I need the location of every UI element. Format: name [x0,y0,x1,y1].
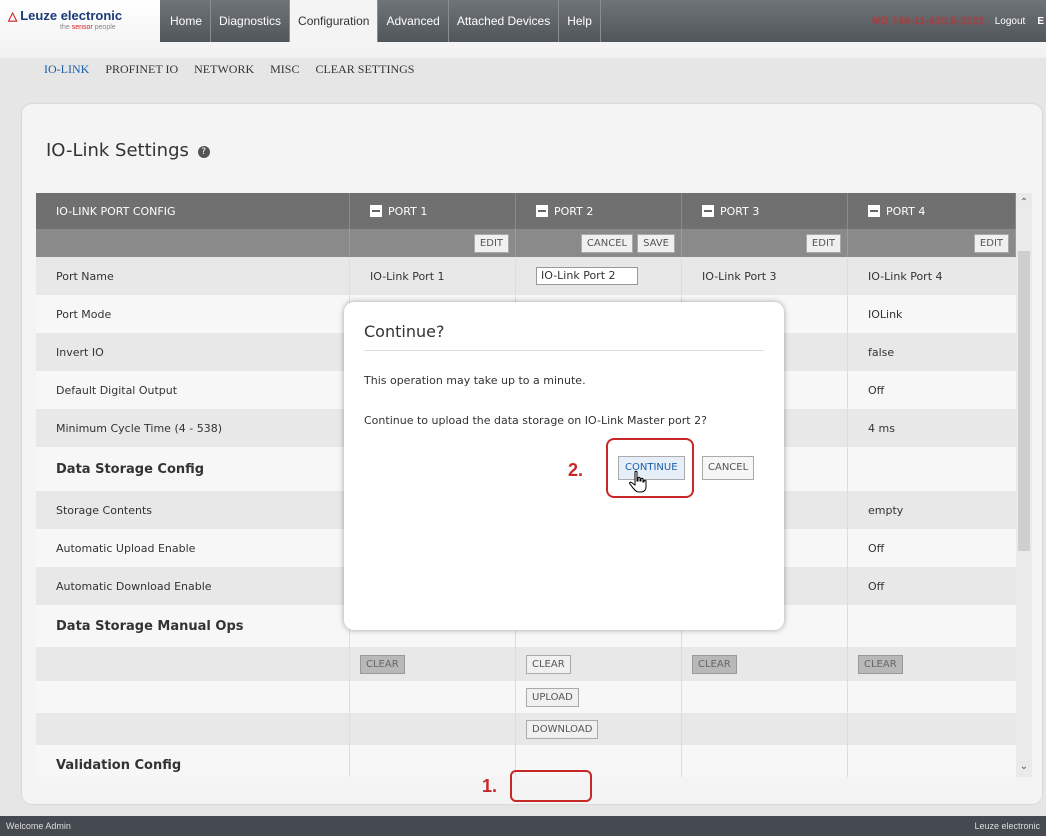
collapse-icon[interactable] [702,205,714,217]
table-scrollbar[interactable]: ⌃ ⌄ [1016,193,1032,777]
collapse-icon[interactable] [536,205,548,217]
edit-port-1-button[interactable]: EDIT [473,233,509,253]
tab-attached-devices[interactable]: Attached Devices [449,0,560,42]
main-nav: Home Diagnostics Configuration Advanced … [162,0,601,42]
column-header-config: IO-LINK PORT CONFIG [36,193,350,229]
table-row-upload: UPLOAD [36,681,1016,713]
table-header-row: IO-LINK PORT CONFIG PORT 1 PORT 2 PORT 3… [36,193,1016,229]
column-header-port-2[interactable]: PORT 2 [516,193,682,229]
tab-help[interactable]: Help [559,0,601,42]
footer: Welcome Admin Leuze electronic [0,816,1046,836]
column-header-port-4[interactable]: PORT 4 [848,193,1016,229]
scroll-up-icon[interactable]: ⌃ [1016,195,1032,211]
collapse-icon[interactable] [868,205,880,217]
clear-port-3-button[interactable]: CLEAR [692,654,737,674]
edit-port-3-button[interactable]: EDIT [805,233,841,253]
annotation-highlight-upload [510,770,592,802]
brand-name: Leuze electronic [20,8,123,23]
tab-configuration[interactable]: Configuration [290,0,379,42]
column-header-port-1[interactable]: PORT 1 [350,193,516,229]
continue-dialog: Continue? This operation may take up to … [344,302,784,630]
device-id: MD 748-11-42/L5-2222 [872,15,985,27]
table-row-clear: CLEAR CLEAR CLEAR CLEAR [36,647,1016,681]
top-bar: △ Leuze electronic the sensor people Home… [0,0,1046,58]
edit-port-4-button[interactable]: EDIT [973,233,1009,253]
cancel-port-2-button[interactable]: CANCEL [580,233,634,253]
upload-port-2-button[interactable]: UPLOAD [526,687,579,707]
download-port-2-button[interactable]: DOWNLOAD [526,719,599,739]
subnav-io-link[interactable]: IO-LINK [44,62,89,77]
column-header-port-3[interactable]: PORT 3 [682,193,848,229]
table-row: Port Name IO-Link Port 1 IO-Link Port 2 … [36,257,1016,295]
welcome-text: Welcome Admin [6,821,71,831]
annotation-step-2: 2. [568,460,584,480]
dialog-cancel-button[interactable]: CANCEL [702,456,755,480]
hand-cursor-icon [629,470,647,493]
scrollbar-thumb[interactable] [1018,251,1030,551]
clear-port-2-button[interactable]: CLEAR [526,654,571,674]
tab-diagnostics[interactable]: Diagnostics [211,0,291,42]
dialog-title: Continue? [364,322,445,341]
dialog-message-duration: This operation may take up to a minute. [364,374,586,387]
page-title: IO-Link Settings ? [46,140,210,161]
language-selector[interactable]: E [1037,16,1044,27]
leuze-logo[interactable]: △ Leuze electronic the sensor people [8,8,158,31]
subnav-network[interactable]: NETWORK [194,62,254,77]
tab-advanced[interactable]: Advanced [378,0,449,42]
table-row-download: DOWNLOAD [36,713,1016,745]
port-2-name-input[interactable]: IO-Link Port 2 [536,267,638,285]
dialog-divider [364,350,764,351]
subnav-clear-settings[interactable]: CLEAR SETTINGS [315,62,414,77]
help-icon[interactable]: ? [197,146,210,158]
footer-brand: Leuze electronic [974,821,1040,831]
subnav-misc[interactable]: MISC [270,62,299,77]
collapse-icon[interactable] [370,205,382,217]
clear-port-1-button[interactable]: CLEAR [360,654,405,674]
table-actions-row: EDIT CANCEL SAVE EDIT EDIT [36,229,1016,257]
clear-port-4-button[interactable]: CLEAR [858,654,903,674]
logout-link[interactable]: Logout [995,16,1026,27]
header-right: MD 748-11-42/L5-2222 Logout E [872,0,1046,42]
sub-nav: IO-LINK PROFINET IO NETWORK MISC CLEAR S… [44,62,414,77]
save-port-2-button[interactable]: SAVE [637,233,675,253]
dialog-message-confirm: Continue to upload the data storage on I… [364,414,707,427]
brand-tagline: the sensor people [60,24,116,31]
annotation-step-1: 1. [482,776,498,796]
tab-home[interactable]: Home [162,0,212,42]
triangle-logo-icon: △ [8,9,18,23]
subnav-profinet-io[interactable]: PROFINET IO [105,62,178,77]
scroll-down-icon[interactable]: ⌄ [1016,759,1032,775]
